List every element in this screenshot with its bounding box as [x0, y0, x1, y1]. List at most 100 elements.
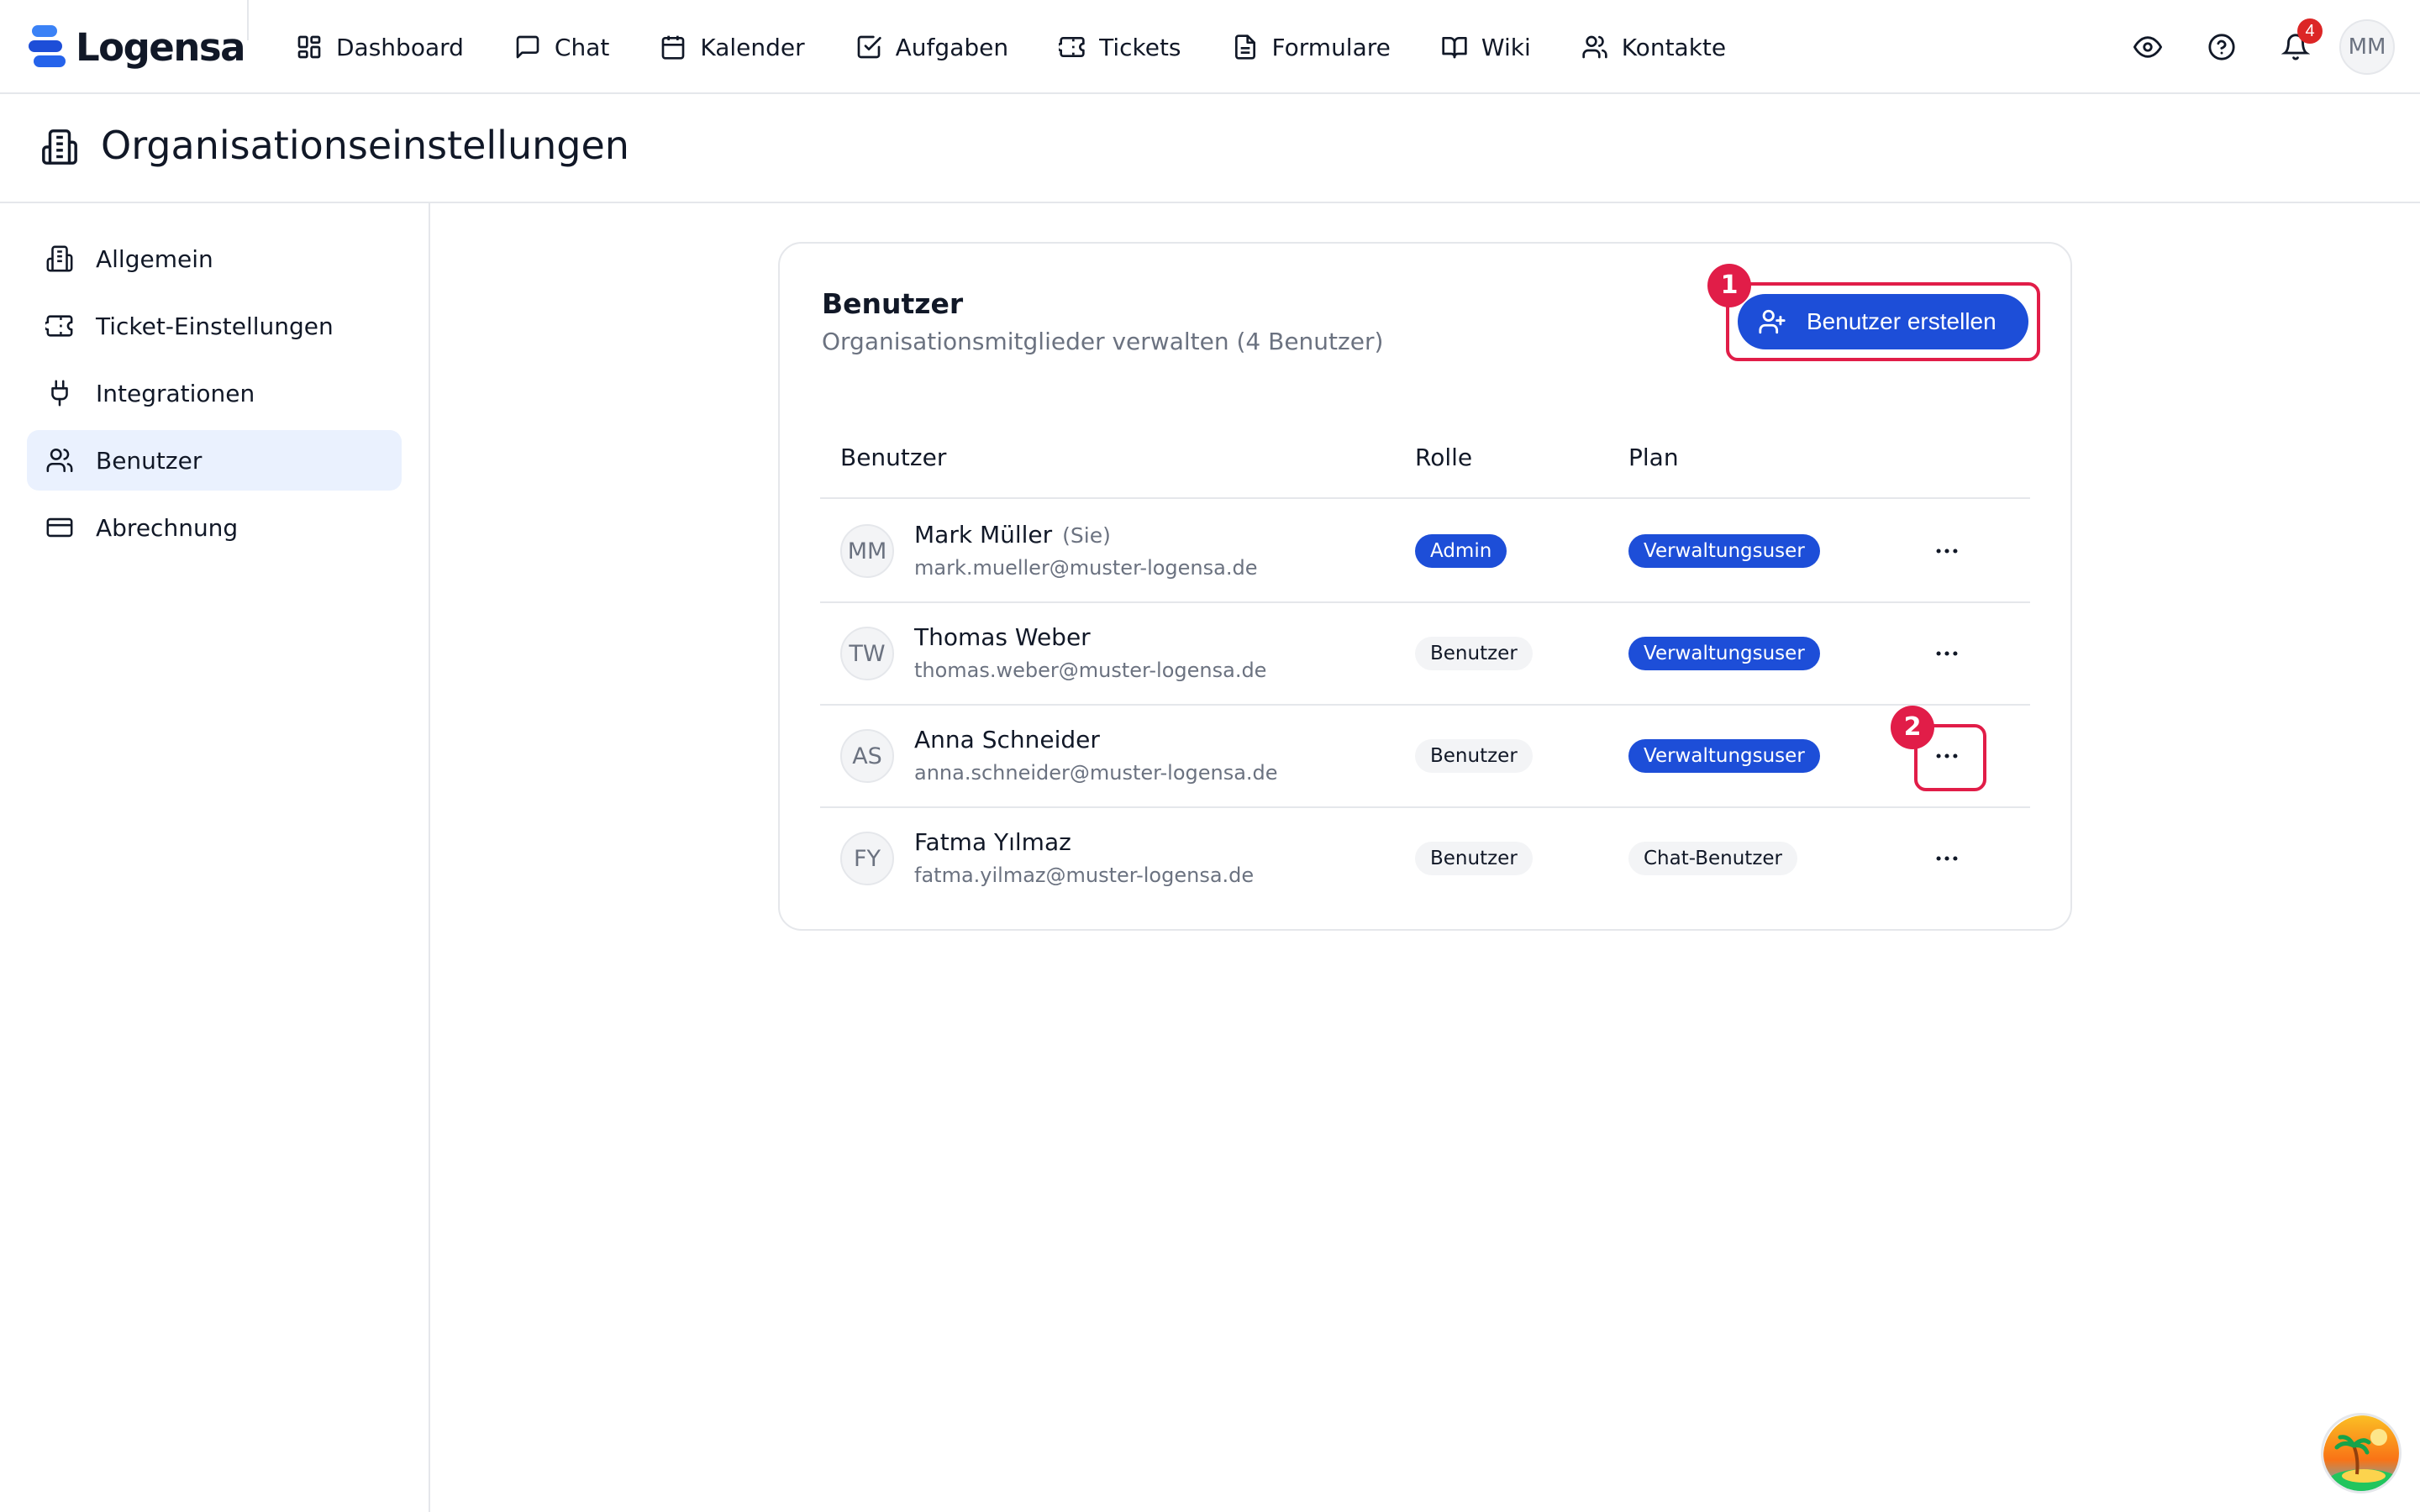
user-name-text: Mark Müller [914, 521, 1053, 549]
step-marker-2: 2 [1891, 706, 1934, 749]
logo-mark-icon [29, 25, 66, 67]
nav-label: Tickets [1099, 33, 1181, 61]
preview-button[interactable] [2124, 24, 2171, 71]
avatar: MM [840, 524, 894, 578]
nav-label: Chat [554, 33, 610, 61]
user-email: mark.mueller@muster-logensa.de [914, 556, 1258, 580]
nav-formulare[interactable]: Formulare [1232, 24, 1391, 71]
sidebar-item-benutzer[interactable]: Benutzer [27, 430, 402, 491]
table-row: FY Fatma Yılmaz fatma.yilmaz@muster-loge… [820, 808, 2030, 911]
create-user-button[interactable]: Benutzer erstellen [1738, 294, 2028, 349]
sidebar-item-ticket-einstellungen[interactable]: Ticket-Einstellungen [27, 296, 402, 356]
nav-dashboard[interactable]: Dashboard [296, 24, 464, 71]
card-title: Benutzer [822, 287, 964, 320]
more-horizontal-icon [1936, 856, 1958, 861]
nav-wiki[interactable]: Wiki [1441, 24, 1531, 71]
plan-badge: Verwaltungsuser [1628, 637, 1820, 670]
user-email: fatma.yilmaz@muster-logensa.de [914, 864, 1255, 887]
card-subtitle: Organisationsmitglieder verwalten (4 Ben… [822, 328, 1384, 355]
you-label: (Sie) [1062, 523, 1111, 548]
form-icon [1234, 34, 1255, 60]
sidebar-item-integrationen[interactable]: Integrationen [27, 363, 402, 423]
nav-label: Aufgaben [895, 33, 1009, 61]
create-user-label: Benutzer erstellen [1807, 308, 1996, 334]
sidebar-item-allgemein[interactable]: Allgemein [27, 228, 402, 289]
role-badge: Benutzer [1415, 637, 1533, 670]
notification-badge: 4 [2297, 18, 2323, 44]
column-header-plan: Plan [1628, 444, 1679, 471]
plan-badge: Verwaltungsuser [1628, 739, 1820, 773]
plug-icon [51, 380, 68, 407]
top-navigation-bar: Logensa Dashboard Chat Kalender Aufgaben… [0, 0, 2420, 94]
contacts-icon [1582, 35, 1607, 59]
page-title: Organisationseinstellungen [101, 123, 629, 168]
logo[interactable]: Logensa [27, 22, 246, 72]
book-icon [1442, 37, 1467, 59]
top-actions: 4 MM [2097, 18, 2395, 76]
calendar-icon [662, 35, 685, 60]
user-name-text: Thomas Weber [914, 623, 1091, 651]
row-actions-button[interactable] [1928, 739, 1966, 773]
nav-kontakte[interactable]: Kontakte [1581, 24, 1726, 71]
column-header-role: Rolle [1415, 444, 1473, 471]
create-button-highlight: Benutzer erstellen [1726, 282, 2040, 361]
sidebar-item-label: Allgemein [96, 244, 213, 273]
avatar: FY [840, 832, 894, 885]
more-horizontal-icon [1936, 651, 1958, 656]
sidebar-item-label: Ticket-Einstellungen [96, 312, 334, 340]
role-badge: Admin [1415, 534, 1507, 568]
more-horizontal-icon [1936, 753, 1958, 759]
plan-badge: Verwaltungsuser [1628, 534, 1820, 568]
notifications-button[interactable]: 4 [2272, 18, 2323, 71]
island-icon [2323, 1415, 2399, 1491]
row-actions-button[interactable] [1928, 637, 1966, 670]
credit-card-icon [46, 517, 73, 538]
settings-sidebar: Allgemein Ticket-Einstellungen Integrati… [0, 203, 430, 1512]
plan-badge: Chat-Benutzer [1628, 842, 1798, 875]
nav-kalender[interactable]: Kalender [660, 24, 805, 71]
user-plus-icon [1759, 309, 1786, 334]
role-badge: Benutzer [1415, 739, 1533, 773]
table-row: AS Anna Schneider anna.schneider@muster-… [820, 706, 2030, 808]
step-marker-1: 1 [1707, 264, 1751, 307]
user-name: Thomas Weber [914, 623, 1091, 651]
sidebar-item-abrechnung[interactable]: Abrechnung [27, 497, 402, 558]
user-avatar[interactable]: MM [2339, 19, 2395, 75]
user-name: Mark Müller (Sie) [914, 521, 1111, 549]
main-nav: Dashboard Chat Kalender Aufgaben Tickets… [296, 24, 1726, 71]
user-email: anna.schneider@muster-logensa.de [914, 761, 1278, 785]
row-actions-button[interactable] [1928, 842, 1966, 875]
help-button[interactable] [2198, 24, 2245, 71]
nav-label: Wiki [1481, 33, 1531, 61]
building-icon [46, 245, 73, 272]
ticket-icon [1059, 37, 1085, 57]
chat-icon [516, 35, 539, 59]
users-card: Benutzer Organisationsmitglieder verwalt… [778, 242, 2072, 931]
logo-divider [247, 0, 249, 40]
nav-tickets[interactable]: Tickets [1059, 24, 1181, 71]
nav-label: Kontakte [1621, 33, 1727, 61]
sidebar-item-label: Abrechnung [96, 513, 239, 542]
user-name-text: Anna Schneider [914, 726, 1100, 753]
users-icon [46, 448, 73, 473]
avatar: AS [840, 729, 894, 783]
user-name: Anna Schneider [914, 726, 1100, 753]
user-email: thomas.weber@muster-logensa.de [914, 659, 1267, 682]
dashboard-icon [297, 35, 321, 59]
sidebar-item-label: Benutzer [96, 446, 203, 475]
sidebar-item-label: Integrationen [96, 379, 255, 407]
nav-label: Kalender [700, 33, 805, 61]
avatar: TW [840, 627, 894, 680]
row-actions-button[interactable] [1928, 534, 1966, 568]
task-icon [857, 35, 881, 59]
page-header: Organisationseinstellungen [0, 94, 2420, 203]
assistant-button[interactable] [2321, 1413, 2402, 1494]
nav-chat[interactable]: Chat [514, 24, 609, 71]
help-icon [2208, 34, 2235, 60]
logo-text: Logensa [76, 24, 246, 70]
table-row: TW Thomas Weber thomas.weber@muster-loge… [820, 603, 2030, 706]
user-name-text: Fatma Yılmaz [914, 828, 1071, 856]
nav-aufgaben[interactable]: Aufgaben [855, 24, 1008, 71]
ticket-icon [45, 315, 73, 337]
user-name: Fatma Yılmaz [914, 828, 1071, 856]
